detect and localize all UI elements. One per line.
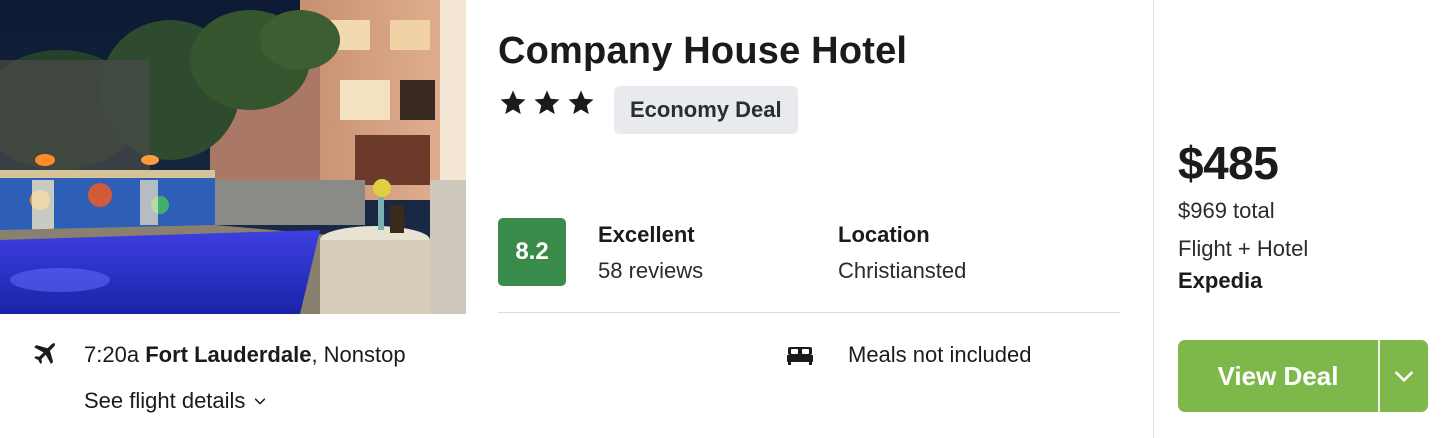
- star-icon: [534, 90, 560, 115]
- flight-summary: 7:20a Fort Lauderdale, Nonstop: [84, 342, 406, 368]
- chevron-down-icon: [255, 398, 266, 405]
- rating-score-badge: 8.2: [498, 218, 566, 286]
- star-rating: [498, 88, 596, 118]
- location-label: Location: [838, 222, 930, 247]
- rating-label: Excellent: [598, 222, 695, 247]
- meals-info: Meals not included: [848, 342, 1032, 367]
- review-count: 58 reviews: [598, 258, 704, 283]
- view-deal-button[interactable]: View Deal: [1178, 340, 1378, 412]
- provider-name: Expedia: [1178, 268, 1263, 293]
- star-icon: [568, 90, 594, 115]
- departure-time: 7:20a: [84, 342, 140, 367]
- chevron-down-icon: [1395, 371, 1413, 382]
- hotel-name[interactable]: Company House Hotel: [498, 30, 907, 73]
- hotel-pool-photo: [0, 0, 466, 314]
- more-deals-dropdown-button[interactable]: [1380, 340, 1428, 412]
- hotel-result-card[interactable]: Company House Hotel Economy Deal 8.2 Exc…: [0, 0, 1450, 438]
- button-separator: [1378, 340, 1380, 412]
- star-icon: [500, 90, 526, 115]
- flight-stops: , Nonstop: [311, 342, 406, 367]
- departure-city: Fort Lauderdale: [145, 342, 312, 367]
- total-price: $969 total: [1178, 198, 1275, 223]
- section-divider: [498, 312, 1120, 313]
- airplane-icon: [34, 343, 56, 365]
- package-type: Flight + Hotel: [1178, 236, 1309, 261]
- deal-type-badge: Economy Deal: [614, 86, 798, 134]
- nightly-price: $485: [1178, 137, 1279, 189]
- view-deal-button-group[interactable]: View Deal: [1178, 340, 1428, 412]
- hotel-photo[interactable]: [0, 0, 466, 314]
- location-value: Christiansted: [838, 258, 967, 283]
- see-flight-details-link[interactable]: See flight details: [84, 388, 267, 414]
- bed-icon: [787, 347, 813, 365]
- column-divider: [1153, 0, 1154, 438]
- flight-details-label: See flight details: [84, 388, 246, 413]
